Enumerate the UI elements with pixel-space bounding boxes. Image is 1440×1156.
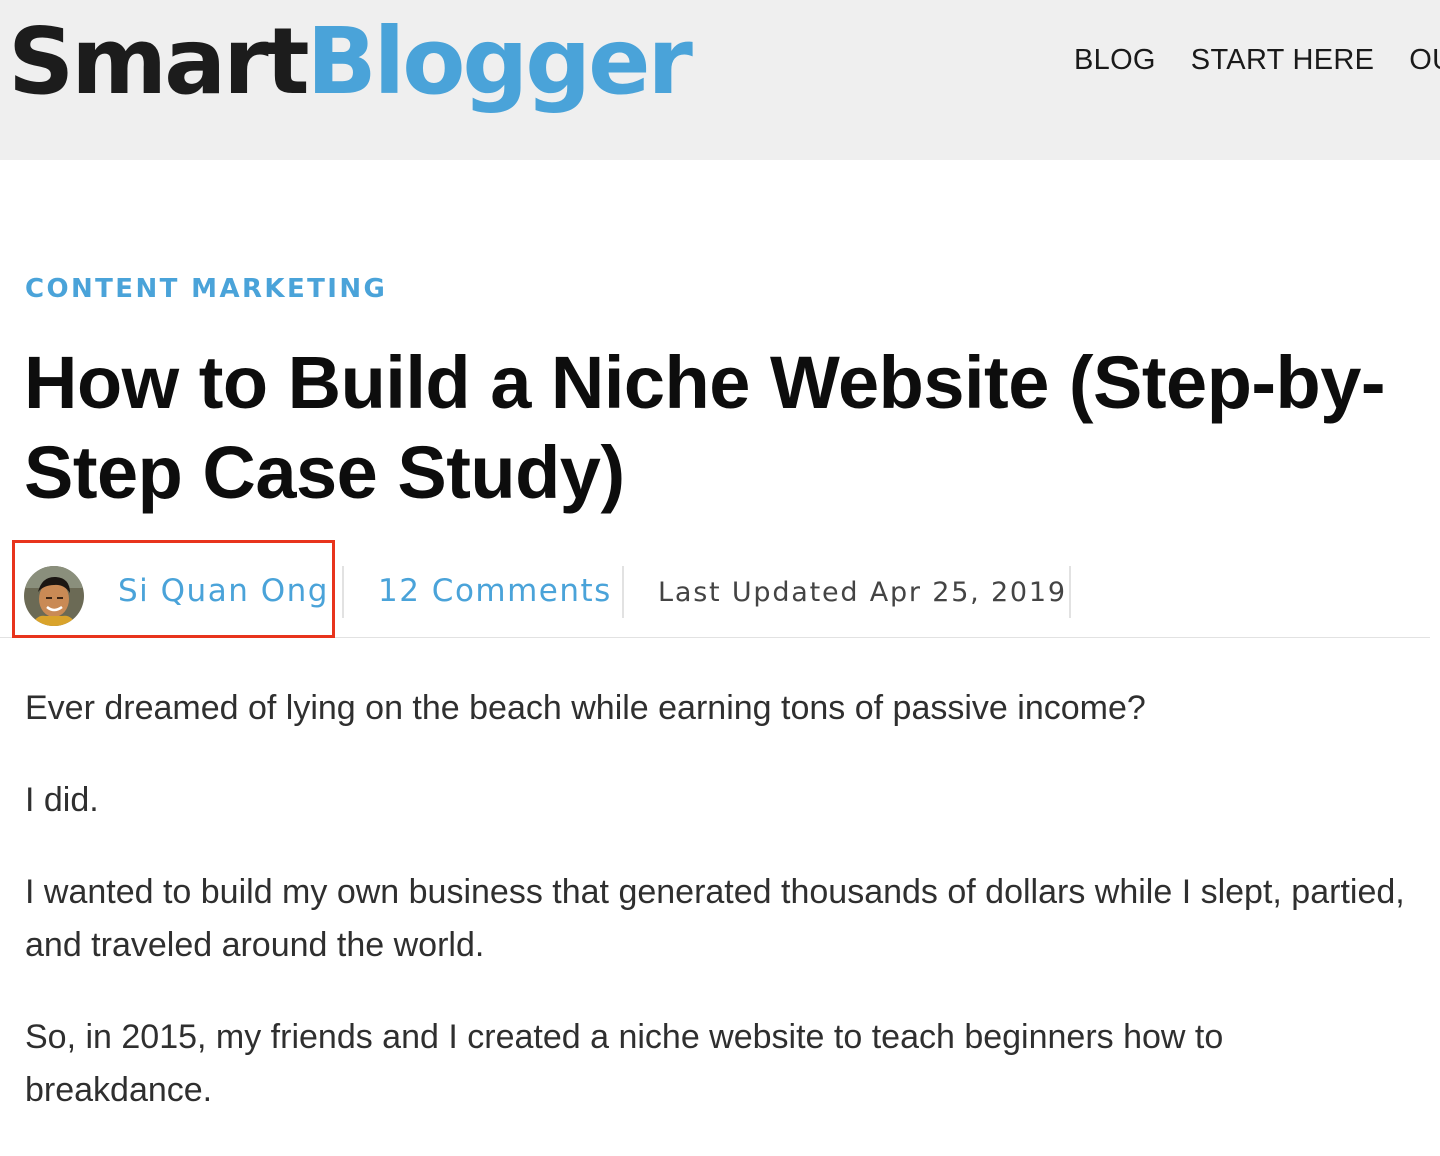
logo-smart: Smart	[8, 8, 310, 115]
author-photo-icon	[24, 566, 84, 626]
paragraph: Ever dreamed of lying on the beach while…	[25, 689, 1146, 727]
meta-divider	[1069, 566, 1071, 618]
paragraph: I wanted to build my own business that g…	[25, 873, 1405, 964]
nav-our-products[interactable]: OUR P	[1409, 44, 1440, 77]
paragraph: So, in 2015, my friends and I created a …	[25, 1018, 1224, 1109]
site-header: SmartBlogger BLOG START HERE OUR P	[0, 0, 1440, 160]
logo-blogger: Blogger	[306, 8, 693, 115]
main-nav: BLOG START HERE OUR P	[1074, 44, 1440, 77]
page-title: How to Build a Niche Website (Step-by-St…	[24, 341, 1386, 514]
avatar[interactable]	[24, 566, 84, 626]
site-logo[interactable]: SmartBlogger	[8, 0, 693, 124]
meta-divider	[342, 566, 344, 618]
comments-link[interactable]: 12 Comments	[378, 573, 612, 609]
meta-divider	[622, 566, 624, 618]
last-updated: Last Updated Apr 25, 2019	[658, 577, 1067, 608]
nav-blog[interactable]: BLOG	[1074, 44, 1156, 77]
article-body: Ever dreamed of lying on the beach while…	[25, 682, 1415, 1156]
category-link[interactable]: CONTENT MARKETING	[25, 274, 387, 304]
author-link[interactable]: Si Quan Ong	[118, 573, 329, 609]
paragraph: I did.	[25, 781, 99, 819]
nav-start-here[interactable]: START HERE	[1191, 44, 1375, 77]
